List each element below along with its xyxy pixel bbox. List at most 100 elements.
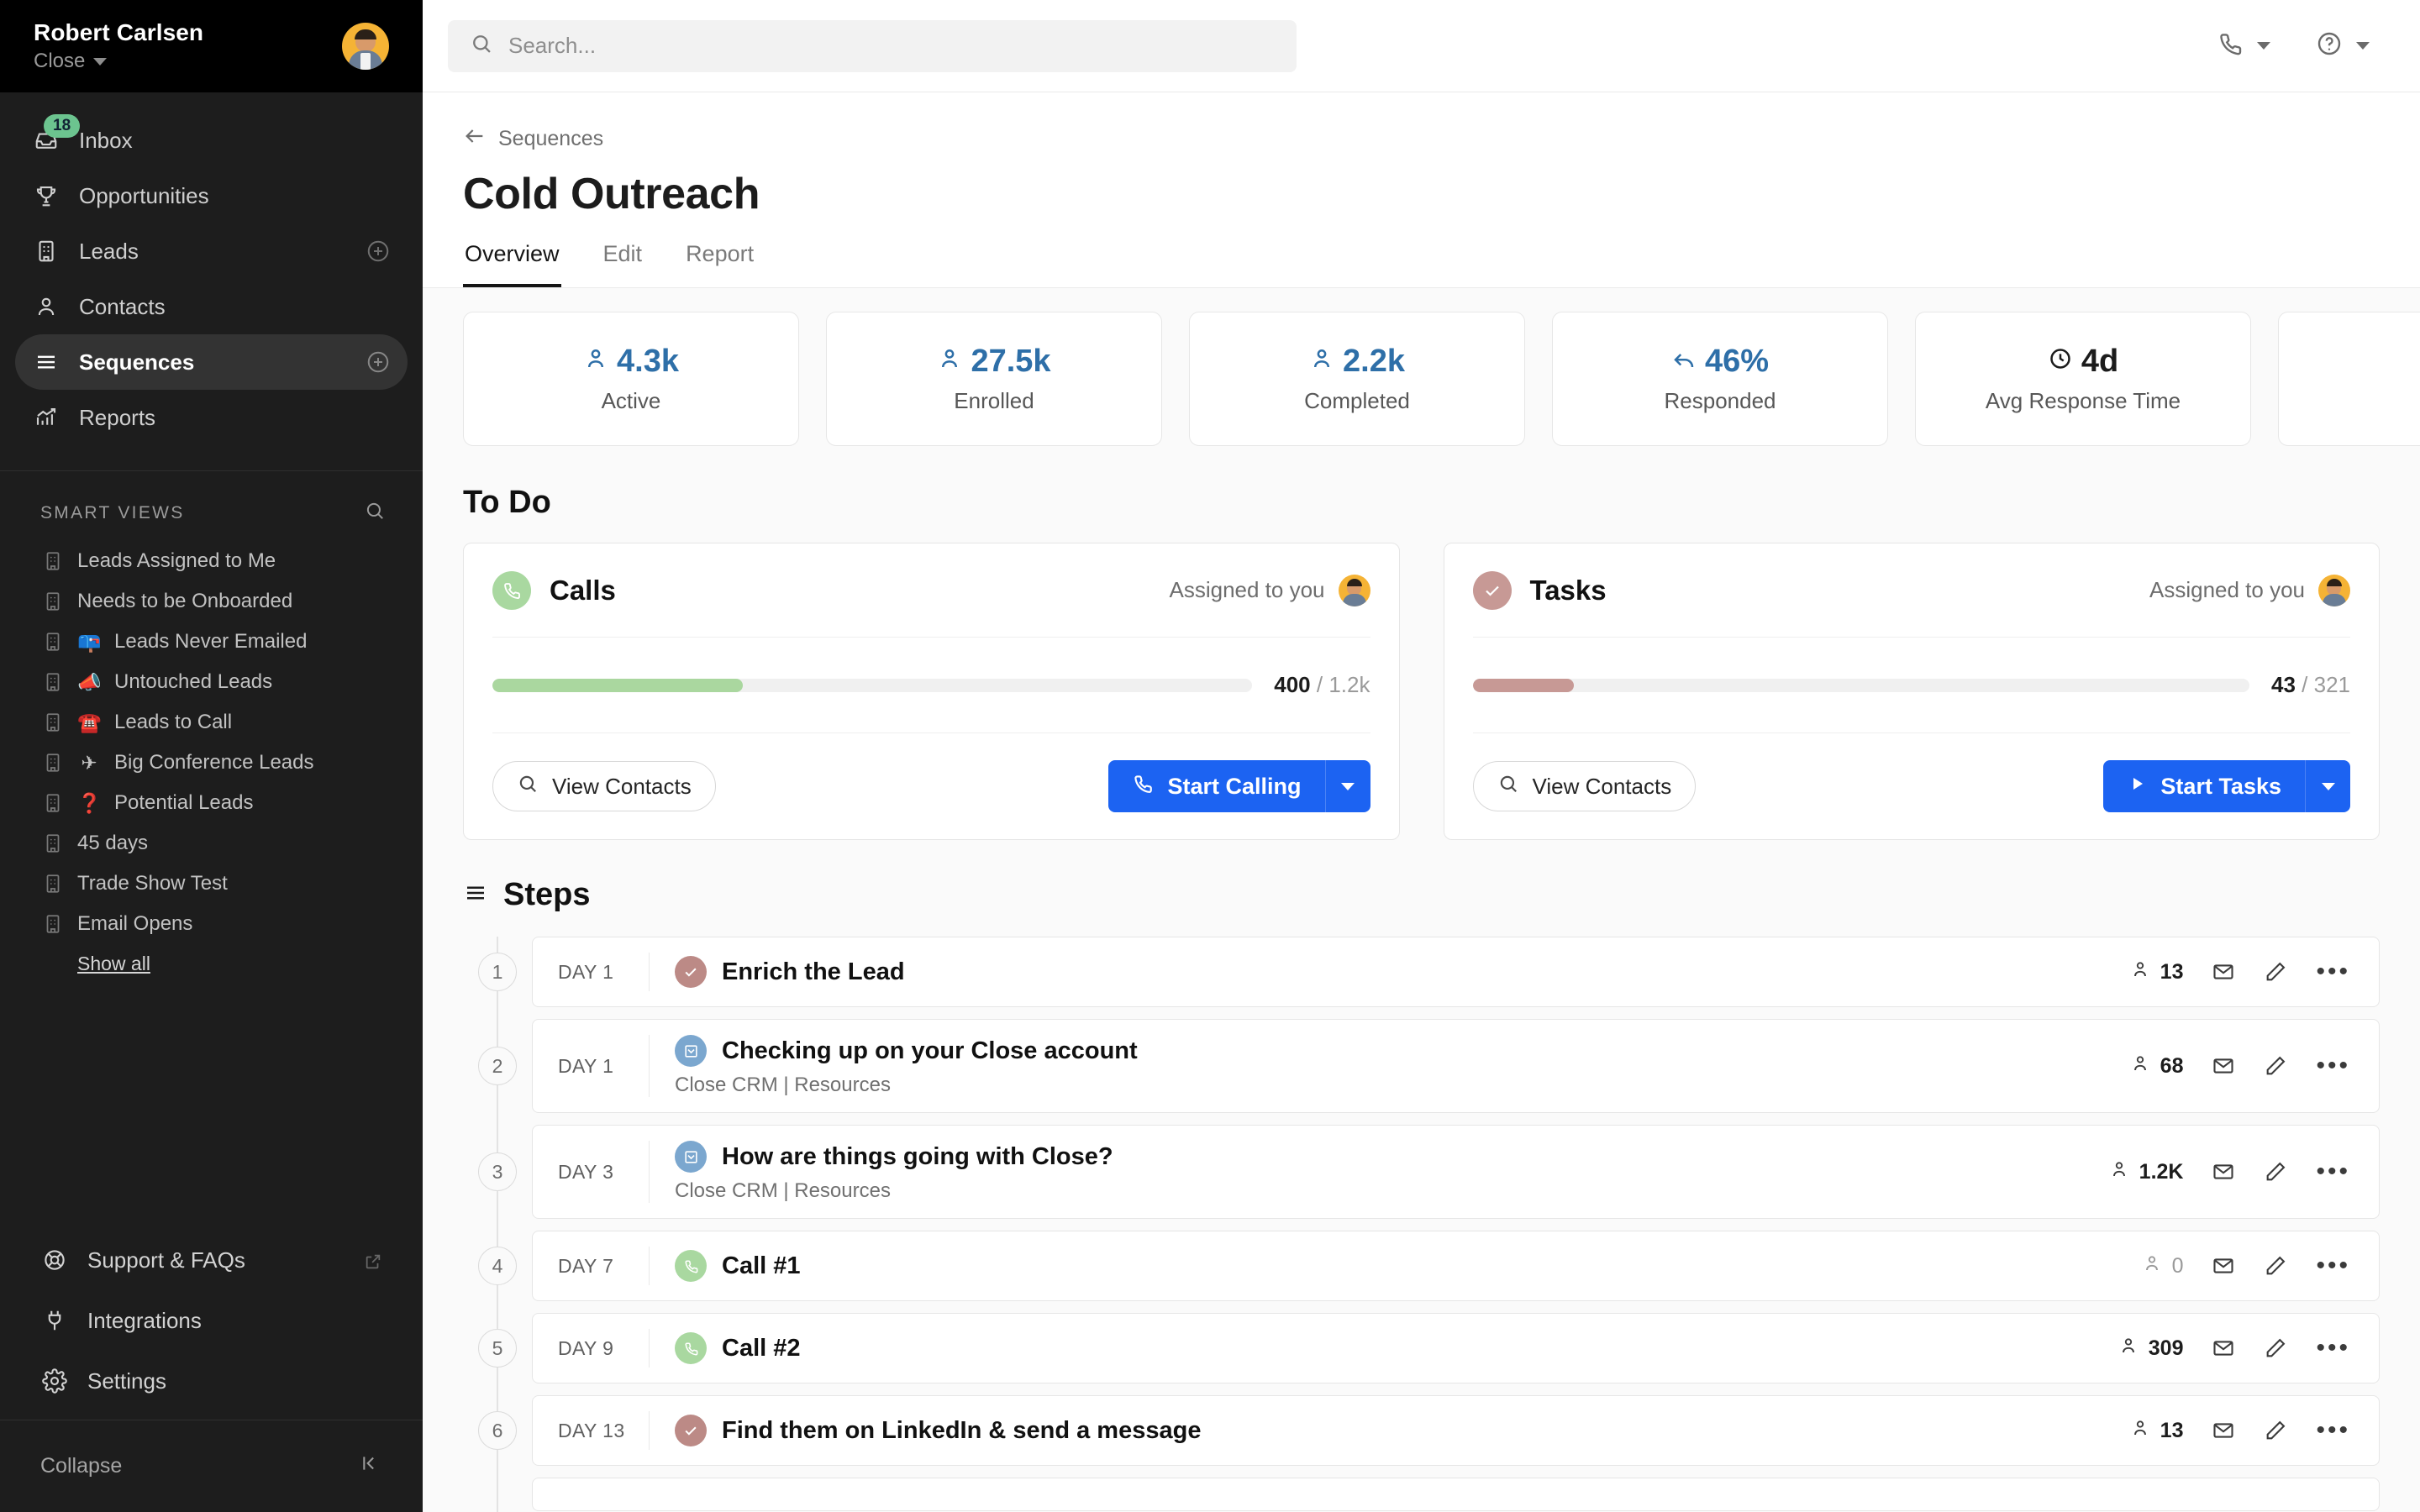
calls-view-contacts-button[interactable]: View Contacts (492, 761, 716, 811)
mail-icon[interactable] (2212, 1054, 2235, 1078)
step-card[interactable]: DAY 1 Checking up on your Close account … (532, 1019, 2380, 1113)
step-divider (649, 1329, 650, 1368)
pencil-icon[interactable] (2264, 960, 2287, 984)
contact-icon (32, 292, 60, 321)
step-card[interactable]: DAY 9 Call #2 (532, 1313, 2380, 1383)
building-icon (42, 792, 64, 814)
sidebar-item-opportunities[interactable]: Opportunities (15, 168, 408, 223)
mail-icon[interactable] (2212, 960, 2235, 984)
sidebar-item-sequences[interactable]: Sequences (15, 334, 408, 390)
step-number: 2 (478, 1047, 517, 1085)
step-count-value: 13 (2160, 1419, 2184, 1443)
step-contact-count: 13 (2102, 1418, 2183, 1444)
smart-view-item[interactable]: Email Opens (0, 904, 423, 944)
search-input[interactable] (508, 33, 1275, 59)
pencil-icon[interactable] (2264, 1254, 2287, 1278)
building-icon (42, 631, 64, 653)
step-name: How are things going with Close? (722, 1143, 1113, 1171)
add-lead-button[interactable] (366, 239, 391, 264)
smart-view-item[interactable]: 45 days (0, 823, 423, 864)
progress-separator: / (1317, 672, 1328, 697)
smart-view-item[interactable]: Needs to be Onboarded (0, 581, 423, 622)
tasks-progress-done: 43 (2271, 672, 2296, 697)
building-icon (42, 591, 64, 612)
stat-value-wrap: 2.2k (1309, 344, 1405, 380)
step-card[interactable]: DAY 7 Call #1 (532, 1231, 2380, 1301)
sidebar-item-inbox[interactable]: 18 Inbox (15, 113, 408, 168)
smart-view-item[interactable]: Trade Show Test (0, 864, 423, 904)
phone-menu-button[interactable] (2217, 30, 2270, 61)
smart-view-item[interactable]: ❓ Potential Leads (0, 783, 423, 823)
step-card[interactable]: DAY 13 Find them on LinkedIn & send a me… (532, 1395, 2380, 1466)
step-card[interactable] (532, 1478, 2380, 1511)
search-icon (1497, 773, 1519, 801)
more-horizontal-icon[interactable]: ••• (2316, 1344, 2350, 1352)
pencil-icon[interactable] (2264, 1419, 2287, 1442)
sidebar-item-leads[interactable]: Leads (15, 223, 408, 279)
pencil-icon[interactable] (2264, 1054, 2287, 1078)
show-all-link[interactable]: Show all (77, 953, 150, 974)
start-calling-button[interactable]: Start Calling (1108, 760, 1324, 812)
tab-report[interactable]: Report (684, 241, 755, 287)
step-count-value: 13 (2160, 960, 2184, 984)
help-menu-button[interactable] (2316, 30, 2370, 61)
collapse-icon (360, 1452, 382, 1480)
more-horizontal-icon[interactable]: ••• (2316, 1062, 2350, 1070)
more-horizontal-icon[interactable]: ••• (2316, 1426, 2350, 1435)
smart-view-item[interactable]: ✈ Big Conference Leads (0, 743, 423, 783)
pencil-icon[interactable] (2264, 1160, 2287, 1184)
mail-icon[interactable] (2212, 1419, 2235, 1442)
sidebar-item-support[interactable]: Support & FAQs (0, 1230, 423, 1290)
smart-view-label: Untouched Leads (114, 670, 272, 694)
chevron-down-icon (2257, 42, 2270, 50)
sidebar-item-integrations[interactable]: Integrations (0, 1290, 423, 1351)
more-horizontal-icon[interactable]: ••• (2316, 1262, 2350, 1270)
smart-views-search-icon[interactable] (364, 500, 386, 526)
step-subtitle: Close CRM | Resources (675, 1074, 2102, 1097)
sidebar-item-settings[interactable]: Settings (0, 1351, 423, 1411)
mail-icon[interactable] (2212, 1160, 2235, 1184)
start-tasks-button[interactable]: Start Tasks (2103, 760, 2305, 812)
step-contact-count: 13 (2102, 959, 2183, 985)
collapse-sidebar-button[interactable]: Collapse (0, 1420, 423, 1512)
mail-icon[interactable] (2212, 1254, 2235, 1278)
step-body: Call #1 (675, 1235, 2102, 1297)
step-number-column: 4 (463, 1231, 532, 1301)
building-icon (42, 832, 64, 854)
calls-assigned-to[interactable]: Assigned to you (1169, 575, 1370, 606)
step-card[interactable]: DAY 3 How are things going with Close? C… (532, 1125, 2380, 1219)
sidebar-item-reports[interactable]: Reports (15, 390, 408, 445)
stat-value-wrap: 46% (1671, 344, 1769, 380)
add-sequence-button[interactable] (366, 349, 391, 375)
tab-overview[interactable]: Overview (463, 241, 561, 287)
inbox-icon: 18 (32, 126, 60, 155)
sidebar-item-contacts[interactable]: Contacts (15, 279, 408, 334)
leads-icon (32, 237, 60, 265)
start-calling-dropdown-button[interactable] (1325, 760, 1370, 812)
tasks-assigned-to[interactable]: Assigned to you (2149, 575, 2350, 606)
start-tasks-dropdown-button[interactable] (2305, 760, 2350, 812)
search-container[interactable] (448, 20, 1297, 72)
smart-view-label: 45 days (77, 832, 148, 855)
tab-edit[interactable]: Edit (602, 241, 644, 287)
show-all-row: Show all (0, 944, 423, 975)
smart-view-item[interactable]: Leads Assigned to Me (0, 541, 423, 581)
collapse-label: Collapse (40, 1454, 122, 1478)
breadcrumb[interactable]: Sequences (463, 124, 2420, 154)
user-org[interactable]: Close (34, 50, 203, 73)
step-name: Call #1 (722, 1252, 801, 1280)
step-contact-count: 309 (2102, 1336, 2183, 1362)
smart-view-item[interactable]: 📣 Untouched Leads (0, 662, 423, 702)
mail-icon[interactable] (2212, 1336, 2235, 1360)
tasks-view-contacts-button[interactable]: View Contacts (1473, 761, 1697, 811)
stat-value: 2.2k (1343, 344, 1405, 380)
pencil-icon[interactable] (2264, 1336, 2287, 1360)
more-horizontal-icon[interactable]: ••• (2316, 1168, 2350, 1176)
avatar[interactable] (342, 23, 389, 70)
calls-progress-fill (492, 679, 743, 692)
smart-view-item[interactable]: 📪 Leads Never Emailed (0, 622, 423, 662)
smart-view-item[interactable]: ☎️ Leads to Call (0, 702, 423, 743)
step-card[interactable]: DAY 1 Enrich the Lead (532, 937, 2380, 1007)
more-horizontal-icon[interactable]: ••• (2316, 968, 2350, 976)
sidebar-user-header[interactable]: Robert Carlsen Close (0, 0, 423, 92)
